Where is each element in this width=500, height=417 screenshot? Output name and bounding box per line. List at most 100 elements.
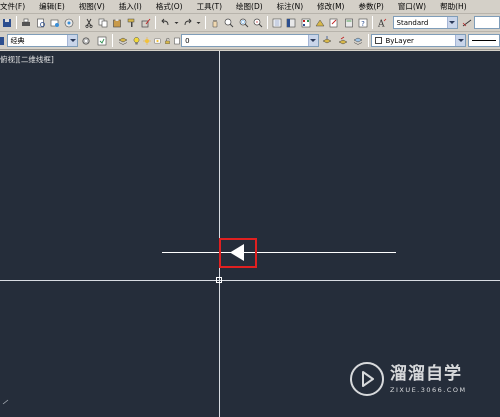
paintbrush-icon xyxy=(127,18,134,27)
chevron-down-icon[interactable] xyxy=(455,35,466,46)
zoom-realtime-button[interactable] xyxy=(224,16,235,29)
print-preview-button[interactable] xyxy=(35,16,46,29)
menu-window[interactable]: 窗口(W) xyxy=(391,0,433,14)
pan-button[interactable] xyxy=(209,16,220,29)
zoom-previous-button[interactable] xyxy=(252,16,263,29)
block-editor-button[interactable] xyxy=(140,16,151,29)
quickcalc-button[interactable] xyxy=(343,16,354,29)
chevron-down-icon[interactable] xyxy=(446,17,457,28)
print-button[interactable] xyxy=(21,16,32,29)
plot-button[interactable] xyxy=(64,16,75,29)
menu-tools[interactable]: 工具(T) xyxy=(190,0,229,14)
copy-button[interactable] xyxy=(97,16,108,29)
tool-palettes-button[interactable] xyxy=(300,16,311,29)
layer-lock-toggle[interactable] xyxy=(164,34,171,47)
color-select[interactable]: ByLayer xyxy=(371,34,467,47)
text-style-value: Standard xyxy=(396,18,429,27)
toolbar-separator xyxy=(78,16,80,29)
workspace-save-icon xyxy=(97,36,107,45)
properties-button[interactable] xyxy=(272,16,283,29)
menu-bar: 文件(F) 编辑(E) 视图(V) 插入(I) 格式(O) 工具(T) 绘图(D… xyxy=(0,0,500,14)
paste-icon xyxy=(113,18,122,27)
dimension-style-icon xyxy=(462,19,471,26)
layers-icon xyxy=(118,37,128,45)
dimension-style-select[interactable] xyxy=(473,16,500,29)
dimension-style-button[interactable] xyxy=(461,16,472,29)
save-button[interactable] xyxy=(2,16,13,29)
layer-previous-button[interactable] xyxy=(336,34,349,47)
sheet-set-icon xyxy=(315,19,325,26)
zoom-window-icon xyxy=(239,18,248,27)
undo-dropdown-button[interactable] xyxy=(174,16,179,29)
text-style-button[interactable]: A xyxy=(377,16,388,29)
linetype-select[interactable] xyxy=(468,34,500,47)
toolbar-separator xyxy=(16,16,18,29)
copy-icon xyxy=(98,18,108,27)
menu-insert[interactable]: 插入(I) xyxy=(112,0,149,14)
color-swatch xyxy=(375,37,383,44)
drawing-canvas[interactable]: 俯视][二维线框] 溜溜自学 ZIXUE.3066.COM xyxy=(0,51,500,417)
publish-button[interactable] xyxy=(49,16,60,29)
chevron-down-icon[interactable] xyxy=(307,35,318,46)
layer-current-icon xyxy=(322,35,332,43)
properties-icon xyxy=(272,18,282,27)
layer-properties-button[interactable] xyxy=(117,34,130,47)
menu-file[interactable]: 文件(F) xyxy=(0,0,32,14)
workspace-settings-button[interactable] xyxy=(80,34,93,47)
menu-parameters[interactable]: 参数(P) xyxy=(351,0,390,14)
text-style-select[interactable]: Standard xyxy=(392,16,458,29)
menu-format[interactable]: 格式(O) xyxy=(149,0,190,14)
layer-select[interactable]: 0 xyxy=(181,34,319,47)
paste-button[interactable] xyxy=(112,16,123,29)
zoom-previous-icon xyxy=(253,18,263,27)
unlock-icon xyxy=(164,37,170,44)
toolbar-separator xyxy=(372,16,374,29)
match-properties-button[interactable] xyxy=(126,16,137,29)
menu-edit[interactable]: 编辑(E) xyxy=(32,0,72,14)
menu-draw[interactable]: 绘图(D) xyxy=(229,0,270,14)
undo-button[interactable] xyxy=(160,16,171,29)
publish-icon xyxy=(50,19,60,27)
chevron-down-icon xyxy=(196,21,201,24)
markup-manager-button[interactable] xyxy=(329,16,340,29)
workspace-value: 经典 xyxy=(10,36,25,45)
layer-states-button[interactable] xyxy=(352,34,365,47)
workspace-icon xyxy=(0,34,5,47)
chevron-down-icon[interactable] xyxy=(67,35,78,46)
redo-button[interactable] xyxy=(182,16,193,29)
cut-button[interactable] xyxy=(83,16,94,29)
scissors-icon xyxy=(85,18,93,28)
undo-icon xyxy=(161,18,169,25)
chevron-down-icon xyxy=(174,21,179,24)
layer-freeze-toggle[interactable] xyxy=(142,34,151,47)
workspace-save-button[interactable] xyxy=(96,34,109,47)
menu-view[interactable]: 视图(V) xyxy=(72,0,112,14)
make-object-layer-current-button[interactable] xyxy=(320,34,333,47)
menu-dimension[interactable]: 标注(N) xyxy=(270,0,310,14)
workspace-select[interactable]: 经典 xyxy=(6,34,79,47)
watermark-subtitle: ZIXUE.3066.COM xyxy=(390,385,467,394)
zoom-window-button[interactable] xyxy=(238,16,249,29)
redo-icon xyxy=(184,18,192,25)
markup-icon xyxy=(330,18,338,27)
help-button[interactable]: ? xyxy=(357,16,368,29)
menu-help[interactable]: 帮助(H) xyxy=(433,0,474,14)
plot-icon xyxy=(65,18,74,27)
block-editor-icon xyxy=(141,18,151,27)
text-style-icon: A xyxy=(377,18,387,28)
arrowhead-shape[interactable] xyxy=(230,244,244,261)
sheet-set-manager-button[interactable] xyxy=(314,16,325,29)
toolbar-separator xyxy=(155,16,157,29)
save-icon xyxy=(3,18,12,27)
layer-on-toggle[interactable] xyxy=(133,34,140,47)
lightbulb-icon xyxy=(133,36,139,44)
layer-value: 0 xyxy=(185,36,190,45)
help-icon: ? xyxy=(358,18,368,28)
viewport-sun-icon xyxy=(154,38,161,43)
design-center-icon xyxy=(287,18,296,27)
menu-modify[interactable]: 修改(M) xyxy=(310,0,351,14)
layer-previous-icon xyxy=(337,36,348,44)
layer-viewport-freeze-toggle[interactable] xyxy=(154,34,161,47)
design-center-button[interactable] xyxy=(286,16,297,29)
redo-dropdown-button[interactable] xyxy=(196,16,201,29)
